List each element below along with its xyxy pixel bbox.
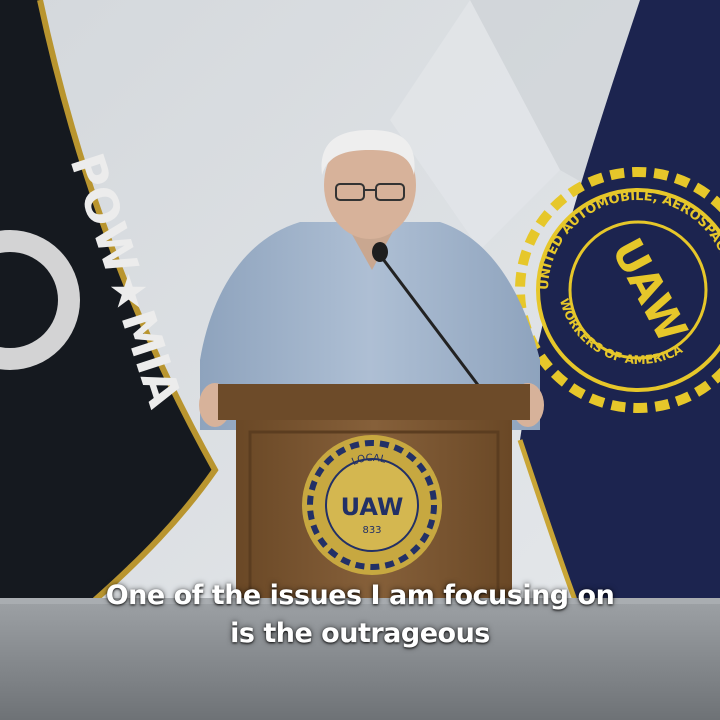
podium-seal-center-text: UAW <box>341 493 404 521</box>
video-frame: POW★MIA UNITED AUTOMOBILE, AEROSPACE & A… <box>0 0 720 720</box>
podium: LOCAL UAW 833 <box>218 384 530 610</box>
podium-uaw-seal: LOCAL UAW 833 <box>302 435 442 575</box>
caption-line-1: One of the issues I am focusing on <box>105 580 615 611</box>
podium-seal-bottom-text: 833 <box>362 525 381 536</box>
table-cloth <box>0 598 720 720</box>
scene: POW★MIA UNITED AUTOMOBILE, AEROSPACE & A… <box>0 0 720 720</box>
caption-line-2: is the outrageous <box>230 618 490 649</box>
